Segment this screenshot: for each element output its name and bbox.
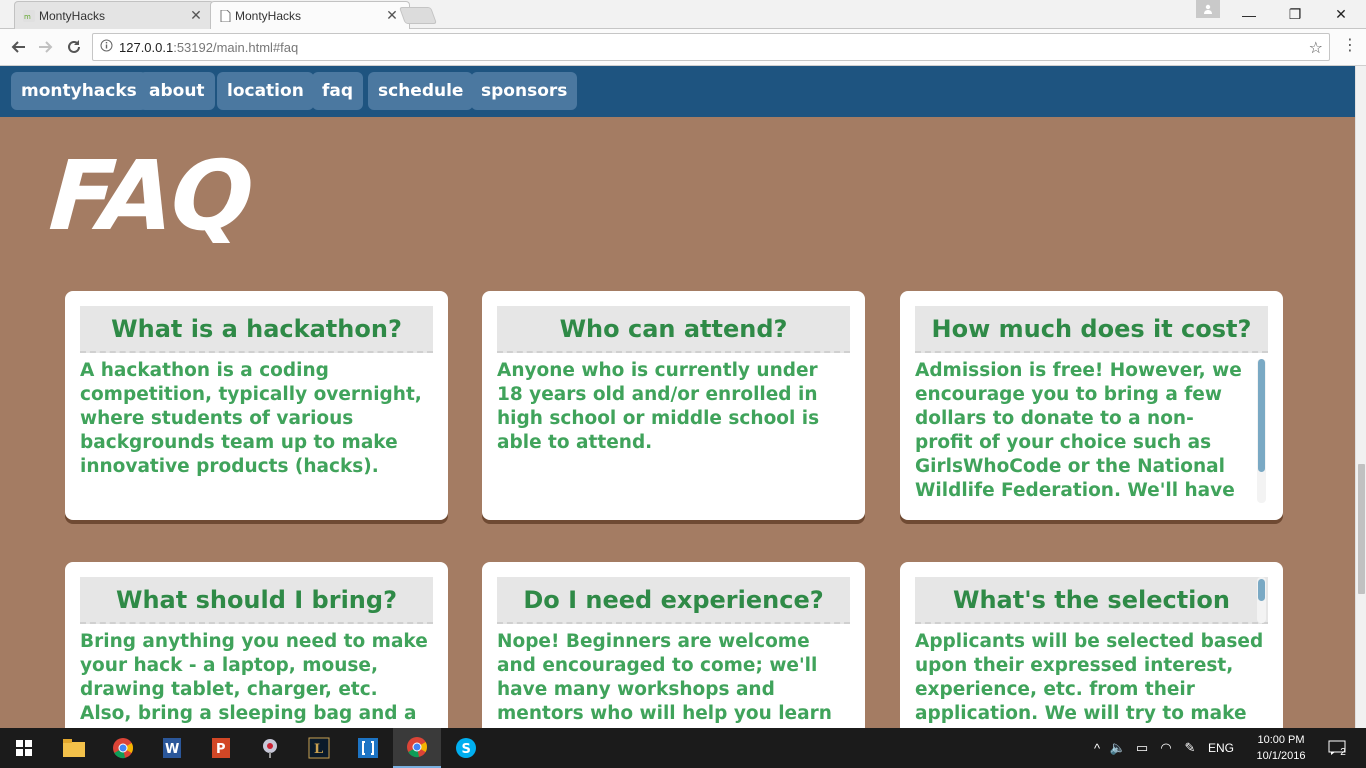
faq-answer: A hackathon is a coding competition, typ… [80,360,422,477]
nav-faq[interactable]: faq [312,72,364,110]
faq-question: What should I bring? [80,577,433,624]
url-path: :53192/main.html#faq [173,39,299,55]
nav-about[interactable]: about [139,72,215,110]
battery-icon[interactable]: ▭ [1130,740,1154,756]
browser-tab-active[interactable]: MontyHacks ✕ [210,1,410,29]
faq-question: Who can attend? [497,306,850,353]
restore-button[interactable]: ❐ [1272,0,1318,29]
volume-icon[interactable]: 🔈 [1106,740,1130,756]
chrome-icon[interactable] [99,728,147,768]
faq-answer: Applicants will be selected based upon t… [915,631,1264,724]
faq-answer: Admission is free! However, we encourage… [915,360,1242,501]
clock[interactable]: 10:00 PM 10/1/2016 [1250,732,1312,764]
window-close-button[interactable]: ✕ [1318,0,1364,29]
address-bar[interactable]: 127.0.0.1:53192/main.html#faq ☆ [92,33,1330,61]
faq-answer: Anyone who is currently under 18 years o… [497,360,820,453]
minimize-button[interactable]: — [1226,0,1272,29]
notifications-icon[interactable]: 2 [1322,728,1352,768]
page-scrollbar[interactable] [1355,66,1366,728]
faq-question: How much does it cost? [915,306,1268,353]
nav-montyhacks[interactable]: montyhacks [11,72,147,110]
browser-tab-strip: m MontyHacks ✕ MontyHacks ✕ — ❐ ✕ [0,0,1366,29]
system-tray: ^ 🔈 ▭ ◠ ✎ ENG [1088,728,1240,768]
back-arrow-icon[interactable] [7,36,29,58]
file-explorer-icon[interactable] [50,728,98,768]
windows-start-icon[interactable] [0,728,48,768]
answer-scrollbar[interactable] [1257,359,1266,503]
nav-location[interactable]: location [217,72,314,110]
league-icon[interactable]: L [295,728,343,768]
tab-close-icon[interactable]: ✕ [385,7,399,24]
svg-text:m: m [24,13,31,21]
faq-question: What is a hackathon? [80,306,433,353]
profile-icon[interactable] [1196,0,1220,18]
nav-sponsors[interactable]: sponsors [471,72,578,110]
tab-title: MontyHacks [39,8,106,23]
site-favicon-icon: m [23,10,35,22]
browser-tab[interactable]: m MontyHacks ✕ [14,1,214,29]
bookmark-star-icon[interactable]: ☆ [1309,38,1323,58]
wifi-icon[interactable]: ◠ [1154,740,1178,756]
reload-icon[interactable] [63,36,85,58]
new-tab-button[interactable] [398,7,438,24]
site-navbar: montyhacks about location faq schedule s… [0,66,1355,117]
answer-scrollbar-thumb[interactable] [1258,359,1265,472]
clock-time: 10:00 PM [1257,734,1305,746]
word-icon[interactable]: W [148,728,196,768]
chrome-active-icon[interactable] [393,728,441,768]
browser-toolbar: 127.0.0.1:53192/main.html#faq ☆ ⋮ [0,29,1366,66]
page-scrollbar-thumb[interactable] [1358,464,1365,594]
pen-icon[interactable]: ✎ [1178,740,1202,756]
chevron-up-icon[interactable]: ^ [1088,741,1106,756]
notification-count: 2 [1340,746,1346,758]
nav-schedule[interactable]: schedule [368,72,474,110]
forward-arrow-icon[interactable] [35,36,57,58]
app-icon[interactable] [246,728,294,768]
powerpoint-icon[interactable]: P [197,728,245,768]
taskbar: W P L S ^ 🔈 ▭ ◠ ✎ ENG 10:00 PM 10/1/2016… [0,728,1366,768]
svg-text:S: S [462,742,471,757]
faq-question: Do I need experience? [497,577,850,624]
svg-text:W: W [165,742,179,757]
tab-close-icon[interactable]: ✕ [189,7,203,24]
clock-date: 10/1/2016 [1256,750,1306,762]
user-icon [1204,4,1212,14]
page-title: FAQ [46,140,255,252]
tab-title: MontyHacks [235,8,302,23]
faq-card: What is a hackathon? A hackathon is a co… [65,291,448,520]
svg-text:P: P [216,742,226,757]
question-scrollbar-thumb[interactable] [1258,579,1265,601]
page-icon [220,10,231,22]
faq-question: What's the selection [915,577,1268,624]
url-host: 127.0.0.1 [119,39,174,55]
svg-text:L: L [314,742,323,757]
brackets-icon[interactable] [344,728,392,768]
faq-card: Who can attend? Anyone who is currently … [482,291,865,520]
question-scrollbar[interactable] [1257,577,1266,623]
faq-card: How much does it cost? Admission is free… [900,291,1283,520]
chrome-menu-icon[interactable]: ⋮ [1342,38,1358,54]
info-icon[interactable] [93,39,119,55]
skype-icon[interactable]: S [442,728,490,768]
language-indicator[interactable]: ENG [1202,741,1240,755]
